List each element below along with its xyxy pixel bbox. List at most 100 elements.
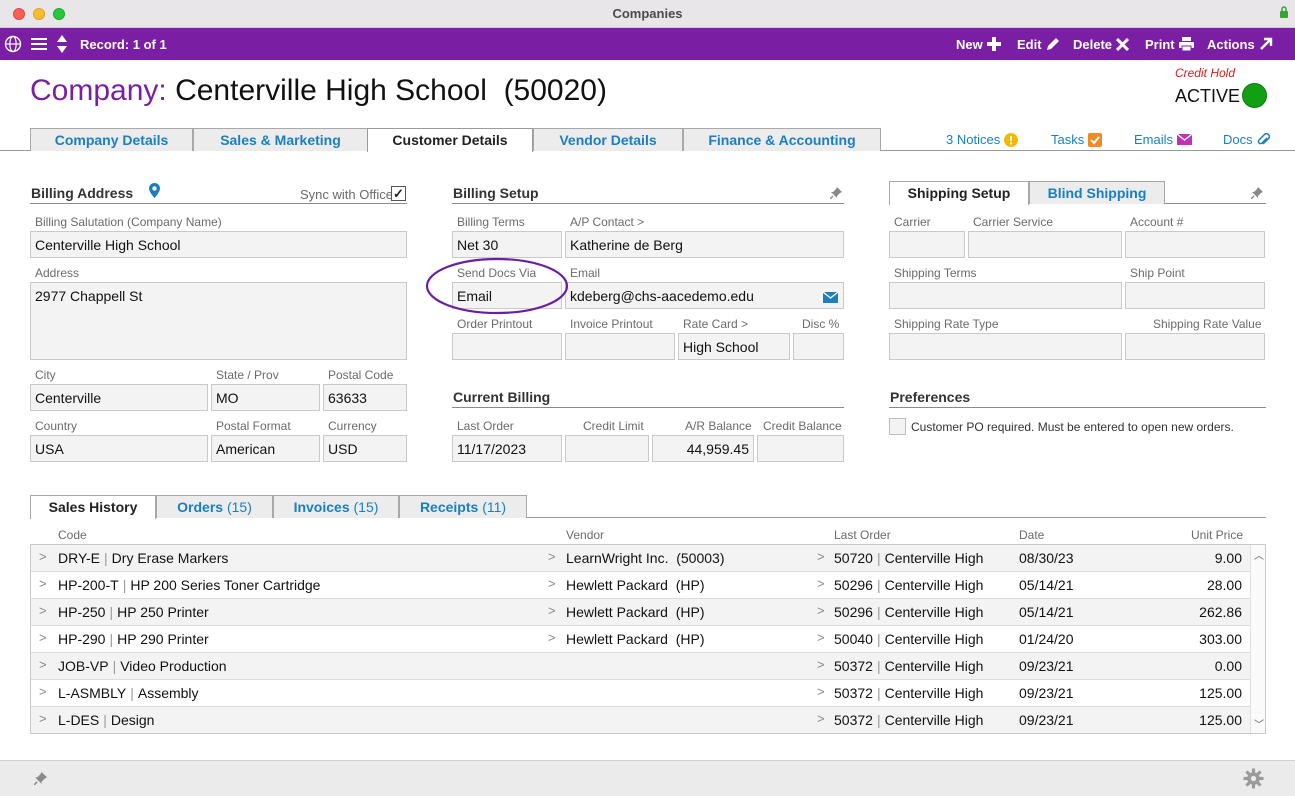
expand-row-chevron-icon[interactable]: >: [39, 576, 47, 591]
item-code: HP-200-T: [58, 577, 119, 593]
order-company: Centerville High: [884, 577, 984, 593]
column-header-date[interactable]: Date: [1019, 528, 1044, 542]
print-button[interactable]: Print: [1145, 28, 1194, 60]
account-field[interactable]: [1125, 231, 1265, 258]
column-header-unit-price[interactable]: Unit Price: [1191, 528, 1243, 542]
order-link-chevron-icon[interactable]: >: [817, 603, 825, 618]
record-stepper-icon[interactable]: [56, 28, 68, 60]
tab-customer-details[interactable]: Customer Details: [367, 128, 533, 152]
emails-link[interactable]: Emails: [1134, 132, 1193, 147]
order-link-chevron-icon[interactable]: >: [817, 657, 825, 672]
tab-blind-shipping[interactable]: Blind Shipping: [1029, 181, 1165, 204]
delete-button[interactable]: Delete: [1073, 28, 1130, 60]
carrier-field[interactable]: [889, 231, 965, 258]
expand-row-chevron-icon[interactable]: >: [39, 711, 47, 726]
vendor-link-chevron-icon[interactable]: >: [548, 630, 556, 645]
tab-sales-marketing[interactable]: Sales & Marketing: [193, 128, 368, 151]
shipping-terms-field[interactable]: [889, 282, 1122, 309]
ship-point-field[interactable]: [1125, 282, 1265, 309]
order-link-chevron-icon[interactable]: >: [817, 684, 825, 699]
ar-balance-field[interactable]: 44,959.45: [652, 435, 754, 462]
footer-bar: [0, 760, 1295, 796]
vendor-link-chevron-icon[interactable]: >: [548, 576, 556, 591]
rate-card-field[interactable]: High School: [678, 333, 790, 360]
location-pin-icon[interactable]: [149, 183, 160, 201]
table-row[interactable]: > L-DES | Design >50372 | Centerville High 09/2…: [31, 707, 1251, 733]
vendor-link-chevron-icon[interactable]: >: [548, 603, 556, 618]
tab-finance-accounting[interactable]: Finance & Accounting: [683, 128, 881, 151]
vendor-link-chevron-icon[interactable]: >: [548, 549, 556, 564]
city-label: City: [35, 368, 56, 382]
active-status-indicator[interactable]: [1242, 83, 1267, 108]
pin-icon[interactable]: [829, 186, 842, 202]
order-link-chevron-icon[interactable]: >: [817, 630, 825, 645]
ap-contact-link[interactable]: A/P Contact >: [570, 215, 644, 229]
credit-limit-field[interactable]: [565, 435, 649, 462]
table-row[interactable]: > HP-250 | HP 250 Printer > Hewlett Packard (…: [31, 599, 1251, 626]
postal-format-field[interactable]: American: [211, 435, 320, 462]
notices-link[interactable]: 3 Notices: [946, 132, 1019, 147]
table-row[interactable]: > HP-200-T | HP 200 Series Toner Cartridge >…: [31, 572, 1251, 599]
expand-row-chevron-icon[interactable]: >: [39, 549, 47, 564]
tab-invoices[interactable]: Invoices (15): [273, 495, 399, 518]
disc-field[interactable]: [793, 333, 844, 360]
rate-card-link[interactable]: Rate Card >: [683, 317, 748, 331]
table-row[interactable]: > JOB-VP | Video Production >50372 | Centervil…: [31, 653, 1251, 680]
expand-row-chevron-icon[interactable]: >: [39, 603, 47, 618]
order-link-chevron-icon[interactable]: >: [817, 576, 825, 591]
tab-vendor-details[interactable]: Vendor Details: [533, 128, 683, 151]
lock-icon[interactable]: [1279, 5, 1289, 22]
shipping-rate-value-field[interactable]: [1125, 333, 1265, 360]
postal-code-field[interactable]: 63633: [323, 384, 407, 411]
city-field[interactable]: Centerville: [30, 384, 208, 411]
table-row[interactable]: > L-ASMBLY | Assembly >50372 | Centerville Hig…: [31, 680, 1251, 707]
invoice-printout-field[interactable]: [565, 333, 675, 360]
new-button[interactable]: New: [956, 28, 1001, 60]
edit-button[interactable]: Edit: [1017, 28, 1060, 60]
last-order-field[interactable]: 11/17/2023: [452, 435, 562, 462]
globe-icon[interactable]: [4, 28, 22, 60]
address-field[interactable]: 2977 Chappell St: [30, 282, 407, 360]
table-row[interactable]: > HP-290 | HP 290 Printer > Hewlett Packard (…: [31, 626, 1251, 653]
order-printout-field[interactable]: [452, 333, 562, 360]
column-header-code[interactable]: Code: [58, 528, 87, 542]
customer-po-required-checkbox[interactable]: [889, 418, 906, 435]
credit-hold-status[interactable]: Credit Hold: [1175, 66, 1235, 80]
currency-field[interactable]: USD: [323, 435, 407, 462]
sync-with-office-checkbox[interactable]: ✓: [391, 186, 406, 201]
tab-orders[interactable]: Orders (15): [156, 495, 273, 518]
table-row[interactable]: > DRY-E | Dry Erase Markers > LearnWright Inc…: [31, 545, 1251, 572]
expand-row-chevron-icon[interactable]: >: [39, 684, 47, 699]
billing-terms-field[interactable]: Net 30: [452, 231, 562, 258]
state-field[interactable]: MO: [211, 384, 320, 411]
carrier-service-field[interactable]: [968, 231, 1122, 258]
order-link-chevron-icon[interactable]: >: [817, 711, 825, 726]
column-header-last-order[interactable]: Last Order: [834, 528, 891, 542]
column-header-vendor[interactable]: Vendor: [566, 528, 604, 542]
tab-sales-history[interactable]: Sales History: [30, 495, 156, 519]
country-field[interactable]: USA: [30, 435, 208, 462]
credit-balance-field[interactable]: [757, 435, 844, 462]
expand-row-chevron-icon[interactable]: >: [39, 630, 47, 645]
tab-receipts[interactable]: Receipts (11): [399, 495, 527, 518]
tasks-link[interactable]: Tasks: [1051, 132, 1103, 147]
actions-button[interactable]: Actions: [1207, 28, 1273, 60]
scroll-down-icon[interactable]: ﹀: [1254, 716, 1264, 731]
shipping-rate-type-field[interactable]: [889, 333, 1122, 360]
pin-icon[interactable]: [1250, 186, 1263, 202]
email-field[interactable]: kdeberg@chs-aacedemo.edu: [565, 282, 844, 309]
scroll-up-icon[interactable]: ︿: [1254, 547, 1264, 562]
salutation-field[interactable]: Centerville High School: [30, 231, 407, 258]
tab-shipping-setup[interactable]: Shipping Setup: [889, 181, 1029, 205]
tab-company-details[interactable]: Company Details: [30, 128, 193, 151]
send-email-icon[interactable]: [822, 290, 839, 306]
printer-icon: [1178, 37, 1194, 51]
pin-icon[interactable]: [33, 772, 47, 788]
ap-contact-field[interactable]: Katherine de Berg: [565, 231, 844, 258]
order-link-chevron-icon[interactable]: >: [817, 549, 825, 564]
docs-link[interactable]: Docs: [1223, 132, 1270, 147]
expand-row-chevron-icon[interactable]: >: [39, 657, 47, 672]
gear-icon[interactable]: [1243, 768, 1264, 792]
list-menu-icon[interactable]: [31, 28, 47, 60]
vertical-scrollbar[interactable]: ︿ ﹀: [1250, 545, 1265, 733]
